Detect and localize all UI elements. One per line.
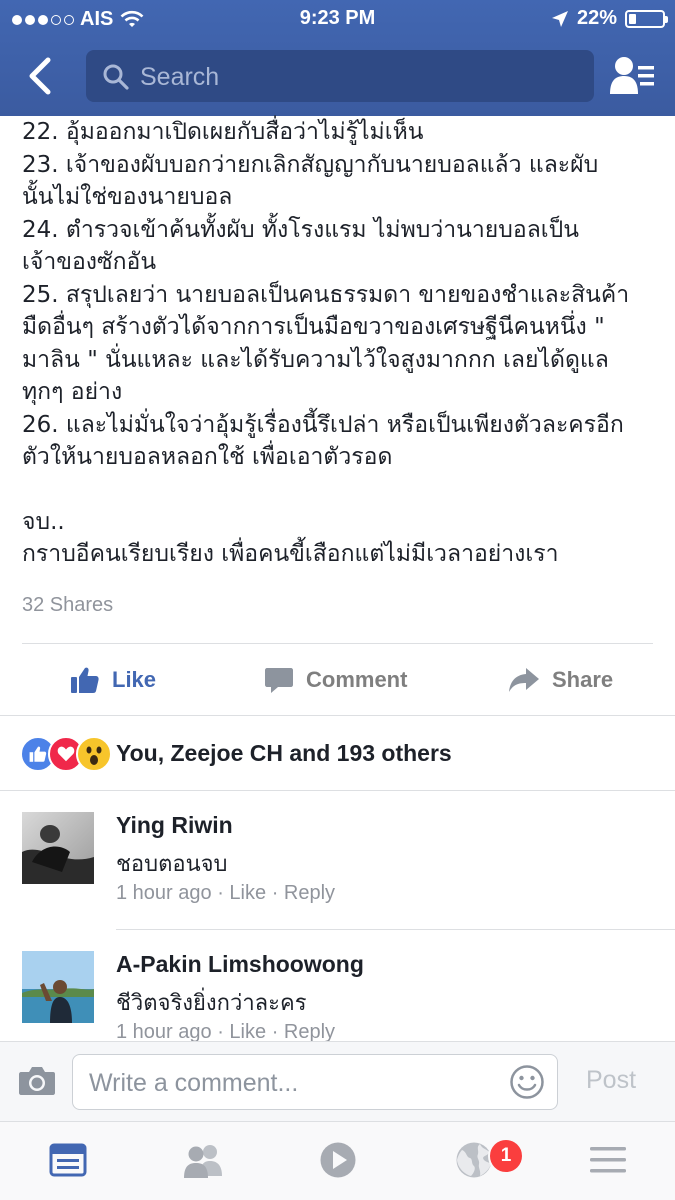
play-video-icon bbox=[320, 1142, 356, 1178]
status-bar: AIS 9:23 PM 22% bbox=[0, 0, 675, 38]
post-line: 25. สรุปเลยว่า นายบอลเป็นคนธรรมดา ขายของ… bbox=[22, 281, 630, 308]
post-line: จบ.. bbox=[22, 508, 65, 535]
share-arrow-icon bbox=[509, 668, 539, 692]
search-input[interactable] bbox=[138, 58, 582, 96]
reactions-text: You, Zeejoe CH and 193 others bbox=[116, 739, 452, 766]
post-line: 22. อุ้มออกมาเปิดเผยกับสื่อว่าไม่รู้ไม่เ… bbox=[22, 119, 424, 145]
divider bbox=[116, 929, 675, 930]
battery-percent: 22% bbox=[576, 7, 617, 29]
comment-like-link[interactable]: Like bbox=[229, 1021, 266, 1041]
comment-button[interactable]: Comment bbox=[264, 644, 675, 716]
tab-video[interactable] bbox=[318, 1140, 358, 1180]
comment-field[interactable] bbox=[72, 1054, 558, 1110]
bottom-tab-bar: 1 bbox=[0, 1121, 675, 1200]
comment-text: ชอบตอนจบ bbox=[116, 852, 228, 877]
post-line: 23. เจ้าของผับบอกว่ายกเลิกสัญญากับนายบอล… bbox=[22, 151, 599, 178]
like-button[interactable]: Like bbox=[70, 644, 156, 716]
post-actions: Like Comment Share bbox=[0, 644, 675, 716]
share-label: Share bbox=[552, 667, 614, 692]
camera-icon bbox=[19, 1067, 55, 1095]
like-label: Like bbox=[112, 667, 157, 692]
post-line: 24. ตำรวจเข้าค้นทั้งผับ ทั้งโรงแรม ไม่พบ… bbox=[22, 216, 579, 243]
commenter-name[interactable]: A-Pakin Limshoowong bbox=[116, 951, 364, 978]
thumbs-up-icon bbox=[71, 667, 99, 693]
divider bbox=[0, 790, 675, 791]
search-icon bbox=[103, 64, 129, 90]
post-body: 22. อุ้มออกมาเปิดเผยกับสื่อว่าไม่รู้ไม่เ… bbox=[22, 116, 662, 571]
post-comment-button[interactable]: Post bbox=[586, 1066, 636, 1095]
post-line: ตัวให้นายบอลหลอกใช้ เพื่อเอาตัวรอด bbox=[22, 444, 393, 470]
battery-icon bbox=[625, 9, 668, 28]
reaction-icons bbox=[20, 736, 112, 772]
comment-composer: Post bbox=[0, 1041, 675, 1121]
reactions-summary[interactable]: You, Zeejoe CH and 193 others bbox=[20, 716, 660, 790]
post-line: นั้นไม่ใช่ของนายบอล bbox=[22, 184, 233, 210]
wow-reaction-icon bbox=[76, 736, 112, 772]
top-header: AIS 9:23 PM 22% bbox=[0, 0, 675, 116]
post-line: กราบอีคนเรียบเรียง เพื่อคนขี้เสือกแต่ไม่… bbox=[22, 541, 559, 567]
chevron-left-icon bbox=[29, 57, 51, 95]
post-line: มืดอื่นๆ สร้างตัวได้จากการเป็นมือขวาของเ… bbox=[22, 314, 605, 340]
comment-bubble-icon bbox=[265, 668, 293, 693]
friend-requests-button[interactable] bbox=[608, 54, 658, 98]
comment-input[interactable] bbox=[87, 1065, 491, 1101]
location-arrow-icon bbox=[551, 10, 568, 27]
comment-reply-link[interactable]: Reply bbox=[284, 882, 335, 904]
avatar[interactable] bbox=[22, 812, 94, 884]
tab-menu[interactable] bbox=[588, 1140, 628, 1180]
post-line: ทุกๆ อย่าง bbox=[22, 379, 123, 405]
news-feed-icon bbox=[49, 1143, 87, 1177]
hamburger-menu-icon bbox=[590, 1147, 626, 1173]
comment-meta: 1 hour ago · Like · Reply bbox=[116, 1021, 336, 1041]
share-button[interactable]: Share bbox=[508, 644, 613, 716]
friends-icon bbox=[184, 1145, 222, 1178]
post-line: มาลิน " นั่นแหละ และได้รับความไว้ใจสูงมา… bbox=[22, 346, 609, 373]
sticker-icon[interactable] bbox=[509, 1064, 545, 1100]
tab-news-feed[interactable] bbox=[48, 1140, 88, 1180]
search-bar[interactable] bbox=[86, 50, 594, 102]
comment-time: 1 hour ago bbox=[116, 1021, 212, 1041]
avatar[interactable] bbox=[22, 951, 94, 1023]
tab-friends[interactable] bbox=[182, 1140, 222, 1180]
comment-reply-link[interactable]: Reply bbox=[284, 1021, 335, 1041]
back-button[interactable] bbox=[22, 56, 58, 96]
camera-button[interactable] bbox=[18, 1065, 56, 1102]
comment-label: Comment bbox=[306, 667, 408, 692]
shares-count-link[interactable]: 32 Shares bbox=[22, 594, 113, 617]
comment-meta: 1 hour ago · Like · Reply bbox=[116, 882, 336, 904]
comment-item: A-Pakin Limshoowong ชีวิตจริงยิ่งกว่าละค… bbox=[0, 951, 675, 1041]
comment-text: ชีวิตจริงยิ่งกว่าละคร bbox=[116, 991, 307, 1016]
comment-like-link[interactable]: Like bbox=[229, 882, 266, 904]
comment-item: Ying Riwin ชอบตอนจบ 1 hour ago · Like · … bbox=[0, 812, 675, 928]
commenter-name[interactable]: Ying Riwin bbox=[116, 812, 233, 839]
person-list-icon bbox=[610, 57, 654, 94]
notification-badge: 1 bbox=[488, 1138, 524, 1174]
comment-time: 1 hour ago bbox=[116, 882, 212, 904]
post-line: 26. และไม่มั่นใจว่าอุ้มรู้เรื่องนี้รึเปล… bbox=[22, 411, 624, 438]
post-line: เจ้าของซักอัน bbox=[22, 249, 157, 275]
